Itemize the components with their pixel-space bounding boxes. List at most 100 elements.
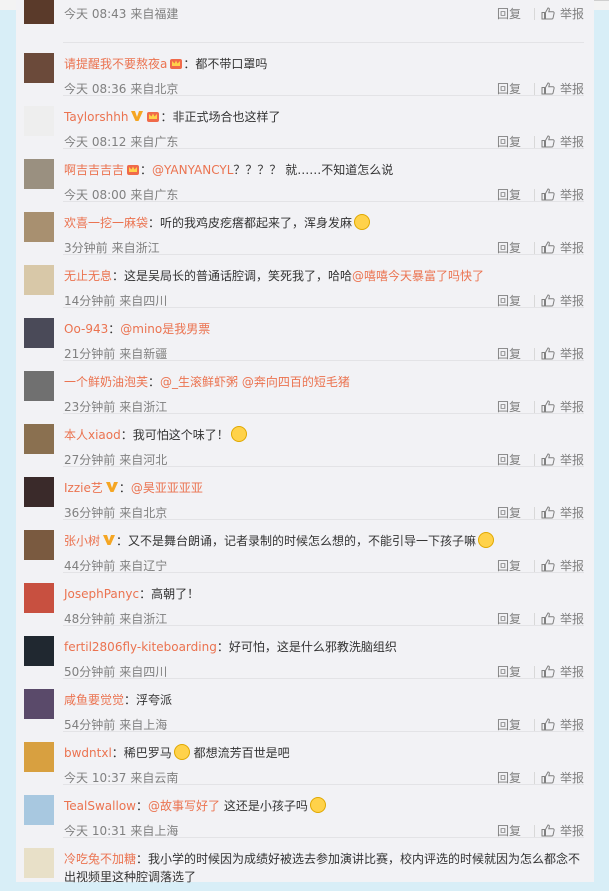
reply-button[interactable]: 回复 bbox=[497, 5, 521, 22]
action-divider bbox=[533, 665, 535, 678]
mention-link[interactable]: @故事写好了 bbox=[148, 799, 220, 813]
avatar-image bbox=[24, 848, 54, 878]
username-link[interactable]: 冷吃兔不加糖 bbox=[64, 852, 136, 866]
thumbs-up-icon[interactable] bbox=[541, 718, 555, 731]
avatar-image bbox=[24, 53, 54, 83]
comment-item: Izzie艺 ：@昊亚亚亚亚 36分钟前 来自北京 回复 举报 bbox=[16, 467, 594, 520]
mention-link[interactable]: @昊亚亚亚亚 bbox=[131, 481, 203, 495]
user-avatar[interactable] bbox=[24, 742, 54, 772]
thumbs-up-icon[interactable] bbox=[541, 559, 555, 572]
thumbs-up-icon[interactable] bbox=[541, 241, 555, 254]
user-avatar[interactable] bbox=[24, 0, 54, 24]
comment-item: 本人xiaod：我可怕这个味了！ 27分钟前 来自河北 回复 举报 bbox=[16, 414, 594, 467]
comment-body-text: 都想流芳百世是吧 bbox=[189, 746, 290, 760]
username-link[interactable]: 啊吉吉吉吉 bbox=[64, 163, 124, 177]
comment-location: 来自辽宁 bbox=[119, 559, 168, 573]
thumbs-up-icon[interactable] bbox=[541, 82, 555, 95]
comment-body-text: ：高朝了！ bbox=[139, 587, 200, 601]
user-avatar[interactable] bbox=[24, 636, 54, 666]
mention-link[interactable]: @奔向四百的短毛猪 bbox=[242, 375, 350, 389]
username-link[interactable]: 一个鲜奶油泡芙 bbox=[64, 375, 148, 389]
user-avatar[interactable] bbox=[24, 318, 54, 348]
user-avatar[interactable] bbox=[24, 424, 54, 454]
mention-link[interactable]: @mino是我男票 bbox=[120, 322, 210, 336]
comment-location: 来自云南 bbox=[130, 771, 179, 785]
avatar-image bbox=[24, 0, 54, 24]
comment-item: 欢喜一挖一麻袋：听的我鸡皮疙瘩都起来了，浑身发麻 3分钟前 来自浙江 回复 举报 bbox=[16, 202, 594, 255]
user-avatar[interactable] bbox=[24, 795, 54, 825]
thumbs-up-icon[interactable] bbox=[541, 665, 555, 678]
thumbs-up-icon[interactable] bbox=[541, 824, 555, 837]
verified-v-icon bbox=[130, 109, 144, 123]
user-avatar[interactable] bbox=[24, 53, 54, 83]
thumbs-up-icon[interactable] bbox=[541, 7, 555, 20]
comment-item: Oo-943：@mino是我男票 21分钟前 来自新疆 回复 举报 bbox=[16, 308, 594, 361]
mention-link[interactable]: @嘻嘻今天暴富了吗快了 bbox=[352, 269, 484, 283]
emoji-icon bbox=[230, 426, 247, 442]
user-avatar[interactable] bbox=[24, 159, 54, 189]
comment-text: bwdntxl：稀巴罗马 都想流芳百世是吧 bbox=[64, 744, 584, 762]
comment-location: 来自北京 bbox=[130, 82, 179, 96]
user-avatar[interactable] bbox=[24, 265, 54, 295]
username-link[interactable]: JosephPanyc bbox=[64, 587, 139, 601]
thumbs-up-icon[interactable] bbox=[541, 771, 555, 784]
thumbs-up-icon[interactable] bbox=[541, 612, 555, 625]
thumbs-up-icon[interactable] bbox=[541, 188, 555, 201]
crown-badge-icon bbox=[146, 109, 160, 123]
comment-location: 来自浙江 bbox=[119, 400, 168, 414]
comment-item: 无止无息：这是吴局长的普通话腔调，笑死我了，哈哈@嘻嘻今天暴富了吗快了 14分钟前… bbox=[16, 255, 594, 308]
user-avatar[interactable] bbox=[24, 530, 54, 560]
username-link[interactable]: 咸鱼要觉觉 bbox=[64, 693, 124, 707]
comment-location: 来自浙江 bbox=[119, 612, 168, 626]
user-avatar[interactable] bbox=[24, 848, 54, 878]
mention-link[interactable]: @YANYANCYL bbox=[152, 163, 233, 177]
username-link[interactable]: Taylorshhh bbox=[64, 110, 128, 124]
thumbs-up-icon[interactable] bbox=[541, 135, 555, 148]
username-link[interactable]: TealSwallow bbox=[64, 799, 136, 813]
user-avatar[interactable] bbox=[24, 583, 54, 613]
thumbs-up-icon[interactable] bbox=[541, 453, 555, 466]
username-link[interactable]: Oo-943 bbox=[64, 322, 108, 336]
report-button[interactable]: 举报 bbox=[560, 5, 584, 22]
username-link[interactable]: 无止无息 bbox=[64, 269, 112, 283]
comment-text: 请提醒我不要熬夜a ：都不带口罩吗 bbox=[64, 55, 584, 73]
user-avatar[interactable] bbox=[24, 106, 54, 136]
comment-item: fertil2806fly-kiteboarding：好可怕，这是什么邪教洗脑组… bbox=[16, 626, 594, 679]
username-link[interactable]: 欢喜一挖一麻袋 bbox=[64, 216, 148, 230]
avatar-image bbox=[24, 106, 54, 136]
comment-location: 来自上海 bbox=[119, 718, 168, 732]
username-link[interactable]: bwdntxl bbox=[64, 746, 112, 760]
action-divider bbox=[533, 506, 535, 519]
avatar-image bbox=[24, 159, 54, 189]
username-link[interactable]: fertil2806fly-kiteboarding bbox=[64, 640, 217, 654]
thumbs-up-icon[interactable] bbox=[541, 400, 555, 413]
user-avatar[interactable] bbox=[24, 689, 54, 719]
comment-time: 14分钟前 bbox=[64, 294, 116, 308]
comment-item: JosephPanyc：高朝了！ 48分钟前 来自浙江 回复 举报 bbox=[16, 573, 594, 626]
comment-location: 来自浙江 bbox=[111, 241, 160, 255]
thumbs-up-icon[interactable] bbox=[541, 347, 555, 360]
thumbs-up-icon[interactable] bbox=[541, 506, 555, 519]
avatar-image bbox=[24, 265, 54, 295]
user-avatar[interactable] bbox=[24, 477, 54, 507]
user-avatar[interactable] bbox=[24, 212, 54, 242]
username-link[interactable]: Izzie艺 bbox=[64, 481, 103, 495]
mention-link[interactable]: @_生滚鲜虾粥 bbox=[160, 375, 238, 389]
username-link[interactable]: 本人xiaod bbox=[64, 428, 121, 442]
emoji-icon bbox=[173, 744, 190, 760]
comment-time: 今天 10:37 bbox=[64, 771, 127, 785]
username-link[interactable]: 张小树 bbox=[64, 534, 100, 548]
comment-text: 一个鲜奶油泡芙：@_生滚鲜虾粥 @奔向四百的短毛猪 bbox=[64, 373, 584, 391]
comment-time: 44分钟前 bbox=[64, 559, 116, 573]
comment-location: 来自广东 bbox=[130, 135, 179, 149]
comment-text: 张小树 ：又不是舞台朗诵，记者录制的时候怎么想的，不能引导一下孩子嘛 bbox=[64, 532, 584, 550]
comment-item: TealSwallow：@故事写好了 这还是小孩子吗 今天 10:31 来自上海 回复… bbox=[16, 785, 594, 838]
thumbs-up-icon[interactable] bbox=[541, 294, 555, 307]
username-link[interactable]: 请提醒我不要熬夜a bbox=[64, 57, 167, 71]
comment-body-text: ：又不是舞台朗诵，记者录制的时候怎么想的，不能引导一下孩子嘛 bbox=[116, 534, 477, 548]
comment-text: 啊吉吉吉吉 ：@YANYANCYL？？？？ 就……不知道怎么说 bbox=[64, 161, 584, 179]
user-avatar[interactable] bbox=[24, 371, 54, 401]
comment-time: 今天 08:36 bbox=[64, 82, 127, 96]
comment-item: bwdntxl：稀巴罗马 都想流芳百世是吧 今天 10:37 来自云南 回复 举报 bbox=[16, 732, 594, 785]
comment-time: 36分钟前 bbox=[64, 506, 116, 520]
